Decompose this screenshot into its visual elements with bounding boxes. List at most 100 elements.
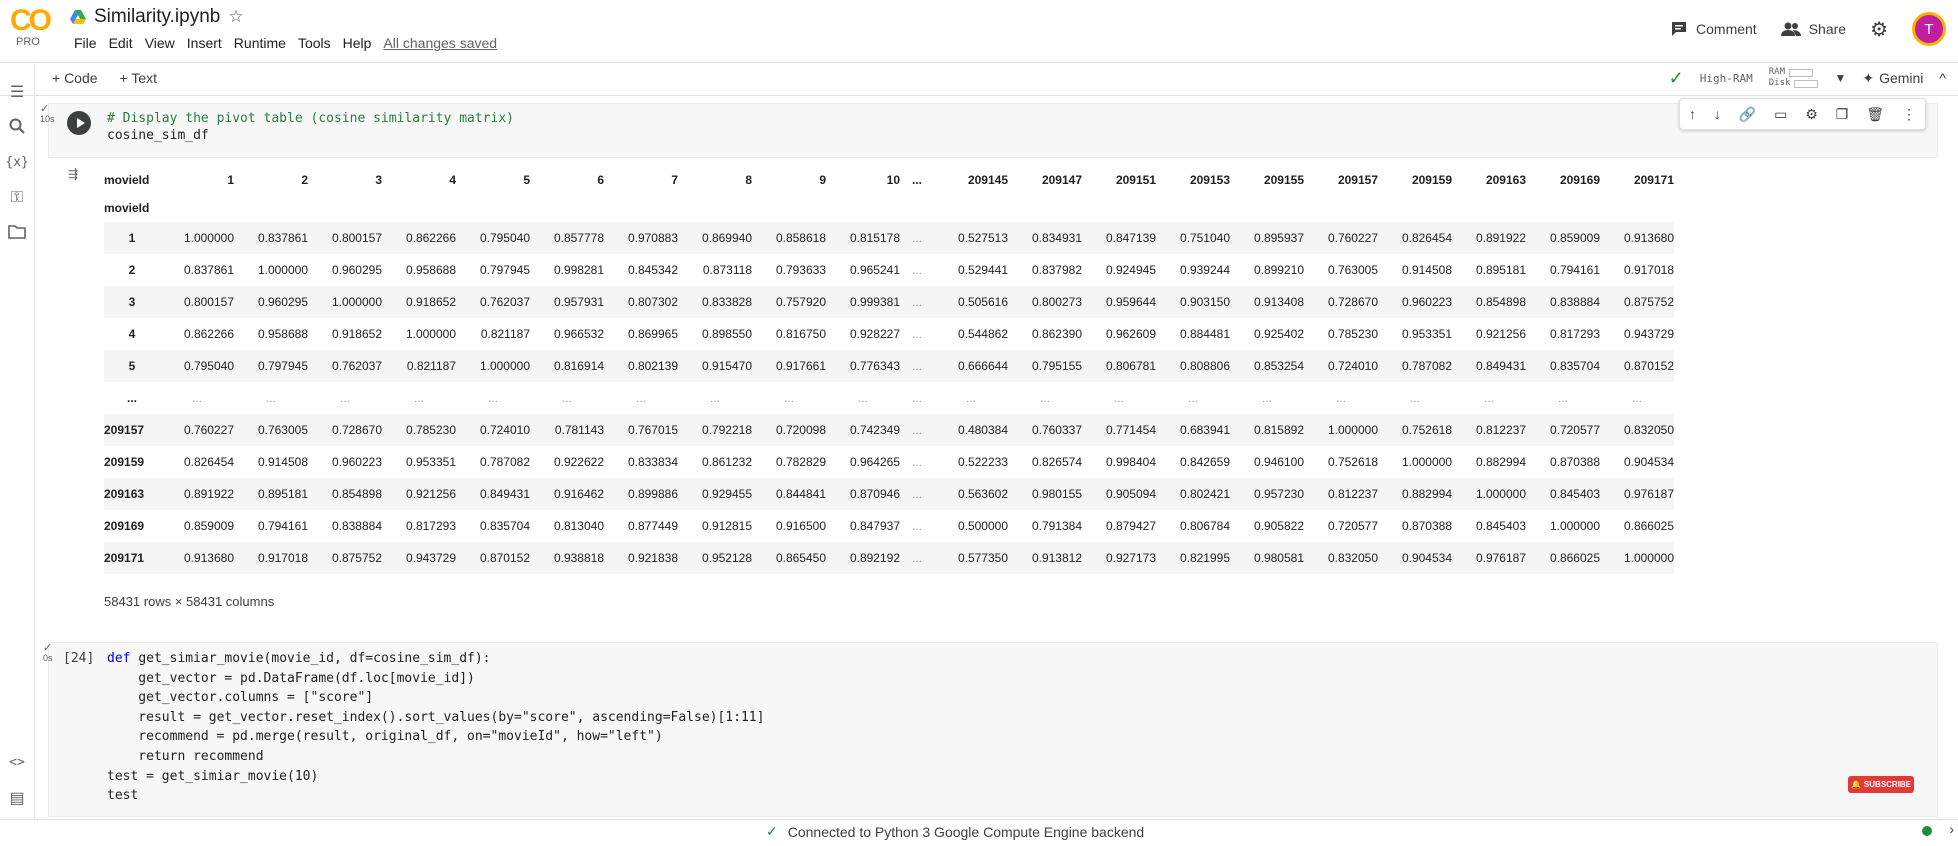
code-snippets-icon[interactable]: <> [4, 750, 30, 774]
status-text: Connected to Python 3 Google Compute Eng… [787, 823, 1145, 840]
gemini-button[interactable]: ✦ Gemini [1862, 70, 1923, 87]
panel-chevron-icon[interactable]: › [1949, 821, 1954, 837]
table-cell: 0.998281 [553, 263, 604, 277]
menu-tools[interactable]: Tools [292, 35, 337, 51]
table-cell: 0.815892 [1253, 423, 1304, 437]
table-cell: 0.800273 [1031, 295, 1082, 309]
menu-file[interactable]: File [68, 35, 103, 51]
subscribe-badge[interactable]: 🔔 SUBSCRIBE [1848, 776, 1914, 793]
connection-status[interactable]: ✓ Connected to Python 3 Google Compute E… [766, 823, 1144, 840]
table-row: 1 1.000000 0.837861 0.800157 0.862266 0.79504… [104, 222, 1674, 254]
table-cell: 0.884481 [1179, 327, 1230, 341]
table-cell: 0.892192 [849, 551, 900, 565]
runtime-dropdown-icon[interactable]: ▼ [1834, 71, 1846, 85]
move-up-icon[interactable]: ↑ [1689, 106, 1696, 122]
table-cell: 0.787082 [479, 455, 530, 469]
menu-help[interactable]: Help [337, 35, 378, 51]
resource-meter[interactable]: RAM Disk [1769, 67, 1819, 89]
command-palette-icon[interactable]: ▤ [4, 786, 30, 810]
add-code-button[interactable]: + Code [52, 70, 98, 86]
star-icon[interactable]: ☆ [228, 7, 243, 27]
table-cell: 1.000000 [1327, 423, 1378, 437]
table-row: 209169 0.859009 0.794161 0.838884 0.817293 0.… [104, 510, 1674, 542]
table-cell: 0.742349 [849, 423, 900, 437]
table-cell: 0.544862 [957, 327, 1008, 341]
table-cell: 0.921256 [1475, 327, 1526, 341]
menu-view[interactable]: View [139, 35, 181, 51]
colab-logo[interactable]: CO PRO [10, 6, 56, 52]
link-icon[interactable]: 🔗 [1739, 106, 1756, 123]
table-cell: 0.904534 [1401, 551, 1452, 565]
toc-icon[interactable]: ☰ [4, 80, 30, 104]
row-index: 2 [128, 263, 136, 277]
table-cell: 0.785230 [405, 423, 456, 437]
table-cell: 0.858618 [775, 231, 826, 245]
collapse-chevron-icon[interactable]: ^ [1939, 70, 1946, 86]
table-cell: 0.870388 [1549, 455, 1600, 469]
table-cell: 0.918652 [331, 327, 382, 341]
variables-icon[interactable]: {x} [4, 150, 30, 174]
settings-gear-icon[interactable]: ⚙ [1870, 17, 1888, 42]
notebook-title[interactable]: Similarity.ipynb [94, 6, 220, 28]
table-cell: 0.752618 [1327, 455, 1378, 469]
table-cell: ... [911, 551, 922, 565]
column-header: 209147 [1041, 173, 1082, 187]
column-header: 3 [375, 173, 382, 187]
ram-bar [1789, 68, 1814, 77]
table-cell: 0.812237 [1475, 423, 1526, 437]
table-cell: 0.924945 [1105, 263, 1156, 277]
left-sidebar: ☰ {x} ⚿ <> ▤ [0, 62, 35, 841]
table-cell: 0.760227 [183, 423, 234, 437]
menu-insert[interactable]: Insert [181, 35, 228, 51]
table-cell: 0.529441 [957, 263, 1008, 277]
menu-edit[interactable]: Edit [103, 35, 139, 51]
table-cell: 0.976187 [1475, 551, 1526, 565]
output-actions-icon[interactable]: ⇶ [68, 167, 78, 181]
table-cell: 0.922622 [553, 455, 604, 469]
folder-icon[interactable] [4, 220, 30, 244]
table-cell: 0.800157 [183, 295, 234, 309]
code-line: recommend = pd.merge(result, original_df… [107, 729, 663, 745]
bell-icon: 🔔 [1850, 780, 1861, 789]
code-line: return recommend [107, 748, 264, 764]
key-icon[interactable]: ⚿ [4, 186, 30, 210]
share-button[interactable]: Share [1780, 21, 1846, 37]
avatar[interactable]: T [1912, 12, 1946, 46]
table-cell: 0.762037 [479, 295, 530, 309]
table-cell: 0.869940 [701, 231, 752, 245]
cell-1-code[interactable]: # Display the pivot table (cosine simila… [107, 110, 514, 144]
move-down-icon[interactable]: ↓ [1714, 106, 1721, 122]
cell-1-editor[interactable]: # Display the pivot table (cosine simila… [48, 103, 1938, 158]
gemini-spark-icon: ✦ [1862, 69, 1875, 86]
cell-settings-icon[interactable]: ⚙ [1805, 106, 1818, 123]
comment-cell-icon[interactable]: ▭ [1774, 106, 1787, 123]
comment-button[interactable]: Comment [1670, 20, 1757, 38]
table-cell: 0.966532 [553, 327, 604, 341]
table-cell: 0.943729 [405, 551, 456, 565]
mirror-cell-icon[interactable]: ❐ [1836, 106, 1849, 123]
table-cell: 1.000000 [1401, 455, 1452, 469]
add-text-button[interactable]: + Text [120, 70, 158, 86]
table-cell: 0.792218 [701, 423, 752, 437]
more-options-icon[interactable]: ⋮ [1902, 106, 1916, 123]
table-cell: 0.905822 [1253, 519, 1304, 533]
table-cell: 0.970883 [627, 231, 678, 245]
column-header: ... [911, 173, 922, 187]
run-cell-button[interactable] [67, 111, 91, 135]
table-cell: 0.865450 [775, 551, 826, 565]
row-index: 3 [128, 295, 136, 309]
column-header: 10 [886, 173, 900, 187]
table-cell: 0.724010 [1327, 359, 1378, 373]
save-status[interactable]: All changes saved [377, 35, 503, 51]
table-cell: 0.776343 [849, 359, 900, 373]
table-cell: 0.917661 [775, 359, 826, 373]
code-cell-2[interactable]: [24] ✓ 0s def get_simiar_movie(movie_id,… [43, 642, 1938, 817]
table-cell: 0.914508 [1401, 263, 1452, 277]
runtime-type[interactable]: High-RAM [1700, 72, 1753, 85]
cell-2-code[interactable]: def get_simiar_movie(movie_id, df=cosine… [107, 649, 764, 806]
search-icon[interactable] [4, 114, 30, 138]
delete-icon[interactable]: 🗑 [1866, 106, 1884, 123]
menu-runtime[interactable]: Runtime [228, 35, 292, 51]
table-cell: 0.500000 [957, 519, 1008, 533]
column-header: 6 [597, 173, 604, 187]
